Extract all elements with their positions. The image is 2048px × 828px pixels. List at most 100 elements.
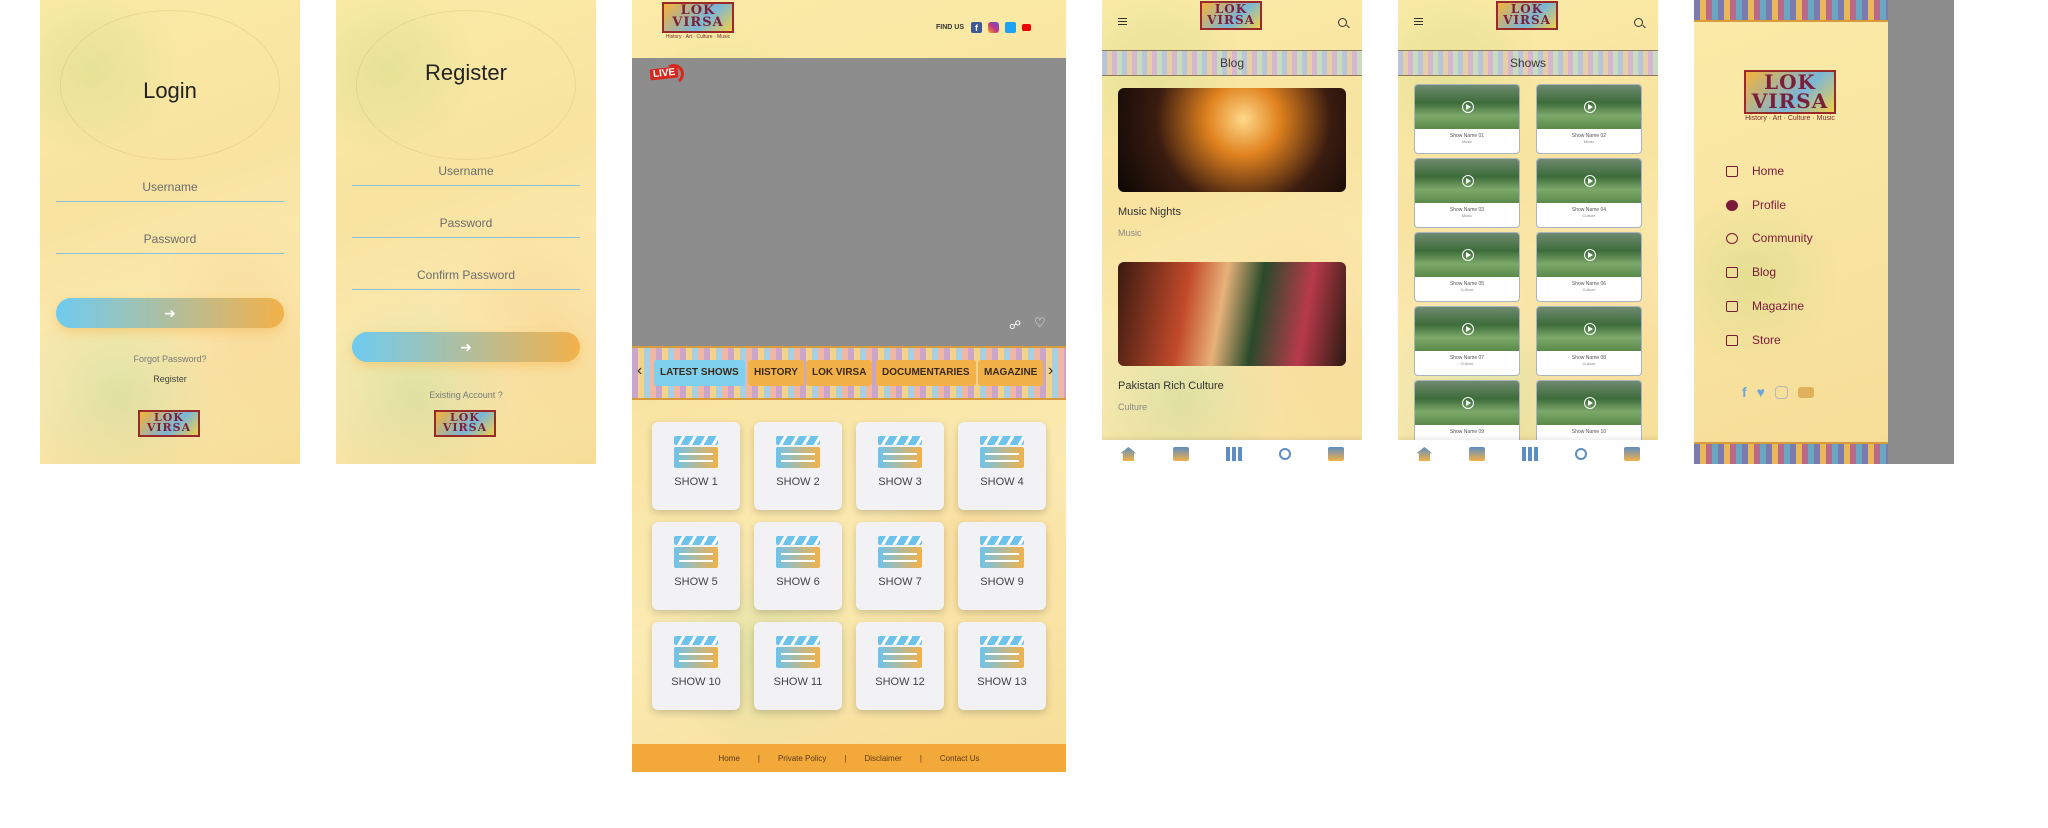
username-field[interactable] [352,156,580,186]
play-icon [1462,101,1474,113]
clapperboard-icon [980,536,1024,568]
play-icon [1462,397,1474,409]
confirm-password-field[interactable] [352,260,580,290]
menu-item-community[interactable]: Community [1726,231,1813,245]
blog-title: Blog [1219,56,1245,70]
password-field[interactable] [56,224,284,254]
show-card[interactable]: SHOW 9 [958,522,1046,610]
show-video-card[interactable]: Show Name 03 Music [1414,158,1520,228]
tab-history[interactable]: HISTORY [748,360,804,386]
show-card[interactable]: SHOW 7 [856,522,944,610]
footer-disclaimer-link[interactable]: Disclaimer [864,754,901,763]
footer-privacy-link[interactable]: Private Policy [778,754,826,763]
magazine-icon [1726,300,1738,312]
chevron-left-icon[interactable]: ‹ [637,362,642,380]
blog-screen: LOK VIRSA Blog Music Nights Music Pakist… [1102,0,1362,468]
search-icon[interactable] [1338,18,1347,27]
category-tabs: ‹ LATEST SHOWS HISTORY LOK VIRSA DOCUMEN… [632,346,1066,400]
bottom-pattern-border [1694,442,1888,464]
show-video-card[interactable]: Show Name 01 Music [1414,84,1520,154]
login-submit-button[interactable]: ➜ [56,298,284,328]
hamburger-menu-icon[interactable] [1118,18,1127,25]
home-icon[interactable] [1120,447,1137,461]
show-card[interactable]: SHOW 4 [958,422,1046,510]
logo-text: LOK VIRSA [138,410,200,437]
menu-item-magazine[interactable]: Magazine [1726,299,1804,313]
grid-icon[interactable] [1225,447,1242,461]
show-label: SHOW 10 [671,676,721,688]
menu-item-home[interactable]: Home [1726,164,1784,178]
show-card[interactable]: SHOW 3 [856,422,944,510]
show-video-card[interactable]: Show Name 08 Culture [1536,306,1642,376]
show-card[interactable]: SHOW 13 [958,622,1046,710]
share-icon[interactable]: ☍ [1009,318,1021,332]
social-links: f ♥ [1742,384,1814,400]
show-label: SHOW 1 [674,476,718,488]
tab-lok-virsa[interactable]: LOK VIRSA [806,360,873,386]
chat-icon [1726,232,1738,244]
menu-item-blog[interactable]: Blog [1726,265,1776,279]
tab-documentaries[interactable]: DOCUMENTARIES [876,360,976,386]
existing-account-link[interactable]: Existing Account ? [336,390,596,400]
menu-item-label: Store [1752,333,1781,347]
instagram-icon[interactable] [1774,386,1788,399]
search-icon[interactable] [1278,448,1291,460]
shows-title: Shows [1509,56,1547,70]
facebook-icon[interactable]: f [971,22,982,33]
home-icon[interactable] [1416,447,1433,461]
show-card[interactable]: SHOW 10 [652,622,740,710]
heart-icon[interactable]: ♡ [1034,315,1046,331]
show-category: Culture [1582,287,1596,292]
tab-latest-shows[interactable]: LATEST SHOWS [654,360,745,386]
show-card[interactable]: SHOW 1 [652,422,740,510]
register-submit-button[interactable]: ➜ [352,332,580,362]
edit-icon[interactable] [1327,447,1344,461]
search-icon[interactable] [1574,448,1587,460]
show-card[interactable]: SHOW 5 [652,522,740,610]
grid-icon[interactable] [1521,447,1538,461]
lok-virsa-logo: LOK VIRSA [138,410,200,437]
footer-contact-link[interactable]: Contact Us [940,754,980,763]
lok-virsa-logo[interactable]: LOK VIRSA History · Art · Culture · Musi… [662,2,734,40]
twitter-icon[interactable] [1005,22,1016,33]
password-field[interactable] [352,208,580,238]
show-video-card[interactable]: Show Name 02 Music [1536,84,1642,154]
blog-post-title[interactable]: Music Nights [1118,206,1181,218]
edit-icon[interactable] [1623,447,1640,461]
show-video-card[interactable]: Show Name 06 Culture [1536,232,1642,302]
username-field[interactable] [56,172,284,202]
menu-item-store[interactable]: Store [1726,333,1781,347]
show-video-card[interactable]: Show Name 05 Culture [1414,232,1520,302]
tab-magazine[interactable]: MAGAZINE [978,360,1044,386]
show-video-card[interactable]: Show Name 07 Culture [1414,306,1520,376]
menu-item-profile[interactable]: Profile [1726,198,1786,212]
footer-divider: | [919,753,922,763]
show-video-card[interactable]: Show Name 04 Culture [1536,158,1642,228]
blog-post-category: Music [1118,228,1142,238]
show-card[interactable]: SHOW 11 [754,622,842,710]
concert-image[interactable] [1118,88,1346,192]
show-category: Culture [1460,361,1474,366]
facebook-icon[interactable]: f [1742,384,1747,400]
blog-post-title[interactable]: Pakistan Rich Culture [1118,380,1224,392]
twitter-icon[interactable]: ♥ [1757,384,1765,400]
video-camera-icon[interactable] [1173,447,1190,461]
youtube-icon[interactable] [1797,387,1814,398]
chevron-right-icon[interactable]: › [1048,362,1053,380]
footer-home-link[interactable]: Home [719,754,740,763]
youtube-icon[interactable] [1022,24,1031,31]
broadcast-icon [662,62,686,86]
video-camera-icon[interactable] [1469,447,1486,461]
video-player[interactable]: LIVE ☍ ♡ [632,58,1066,346]
search-icon[interactable] [1634,18,1643,27]
show-card[interactable]: SHOW 12 [856,622,944,710]
show-card[interactable]: SHOW 6 [754,522,842,610]
show-category: Culture [1582,213,1596,218]
hamburger-menu-icon[interactable] [1414,18,1423,25]
home-screen: LOK VIRSA History · Art · Culture · Musi… [632,0,1066,772]
culture-image[interactable] [1118,262,1346,366]
forgot-password-link[interactable]: Forgot Password? [40,354,300,364]
show-card[interactable]: SHOW 2 [754,422,842,510]
instagram-icon[interactable] [988,22,999,33]
register-link[interactable]: Register [40,374,300,384]
